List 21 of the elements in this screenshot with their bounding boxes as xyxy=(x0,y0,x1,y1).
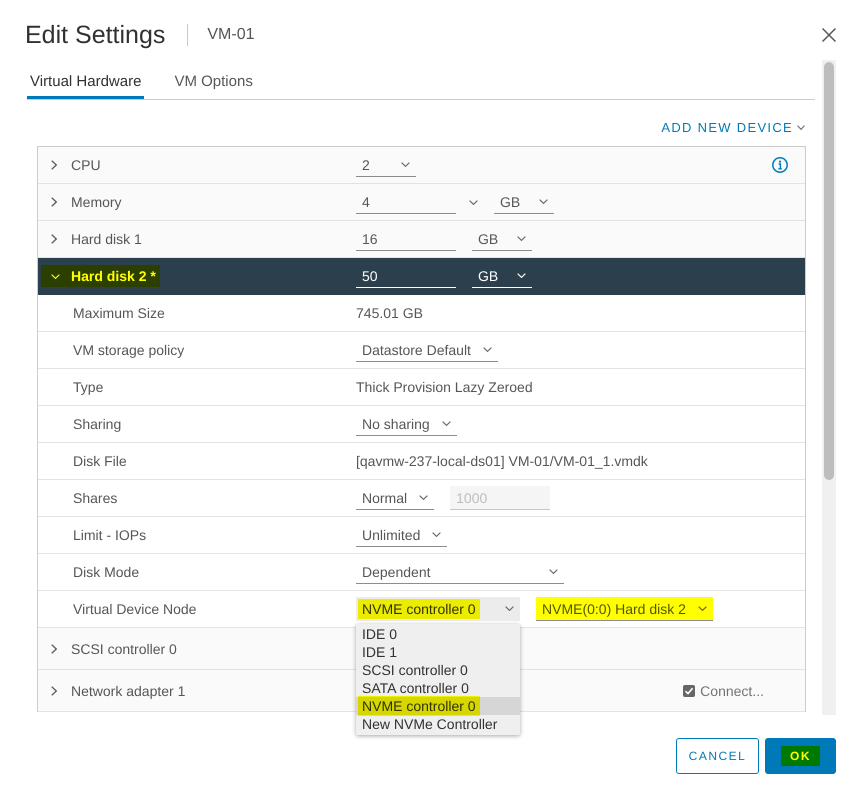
property-value: 745.01 GB xyxy=(356,305,423,321)
device-label: CPU xyxy=(71,157,101,173)
device-label: Network adapter 1 xyxy=(71,682,186,698)
property-label: Shares xyxy=(73,490,118,506)
property-label: Limit - IOPs xyxy=(73,527,146,543)
vm-name: VM-01 xyxy=(207,26,254,44)
device-label: Hard disk 1 xyxy=(71,231,142,247)
window-title: Edit Settings xyxy=(25,20,166,50)
property-label: VM storage policy xyxy=(73,342,184,358)
property-label: Sharing xyxy=(73,416,122,432)
checkbox-label: Connect... xyxy=(700,682,764,698)
property-value: [qavmw-237-local-ds01] VM-01/VM-01_1.vmdk xyxy=(356,453,648,469)
property-label: Type xyxy=(73,379,104,395)
property-label: Disk Mode xyxy=(73,564,140,580)
property-label: Disk File xyxy=(73,453,127,469)
device-label: Memory xyxy=(71,194,122,210)
property-label: Maximum Size xyxy=(73,305,165,321)
property-value: Thick Provision Lazy Zeroed xyxy=(356,379,533,395)
device-label: Hard disk 2 * xyxy=(71,268,156,284)
property-label: Virtual Device Node xyxy=(73,601,196,617)
device-label: SCSI controller 0 xyxy=(71,640,177,656)
